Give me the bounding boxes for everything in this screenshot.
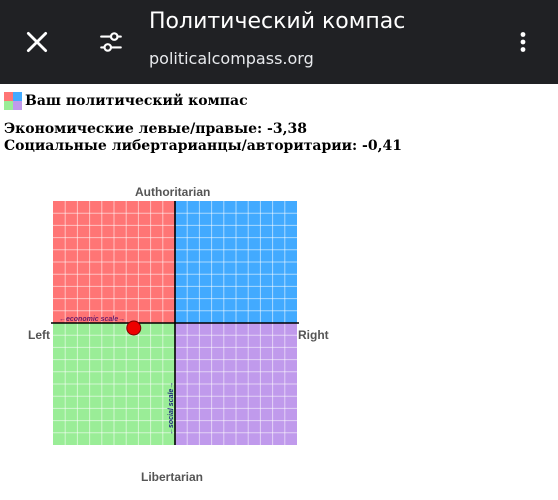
page-url[interactable]: politicalcompass.org [149,49,314,68]
close-icon [26,31,48,53]
social-score: Социальные либертарианцы/авторитарии: -0… [4,138,402,154]
page-title: Политический компас [149,9,406,34]
compass-grid: ←economic scale→ ←social scale→ [51,201,299,445]
close-button[interactable] [14,19,60,65]
heading-text: Ваш политический компас [25,93,248,109]
more-vert-icon [520,32,526,52]
custom-tab-toolbar: Политический компас politicalcompass.org [0,0,558,84]
political-compass-chart: Authoritarian Libertarian Left Right ←ec… [20,180,340,490]
result-heading: Ваш политический компас [4,92,248,110]
economic-scale-label: ←economic scale→ [59,316,125,323]
more-options-button[interactable] [500,19,546,65]
user-position-dot [126,320,142,336]
page-settings-button[interactable] [88,19,134,65]
favicon-compass-icon [4,92,22,110]
social-scale-label: ←social scale→ [168,382,175,435]
economic-score: Экономические левые/правые: -3,38 [4,121,307,137]
tune-icon [100,32,122,52]
